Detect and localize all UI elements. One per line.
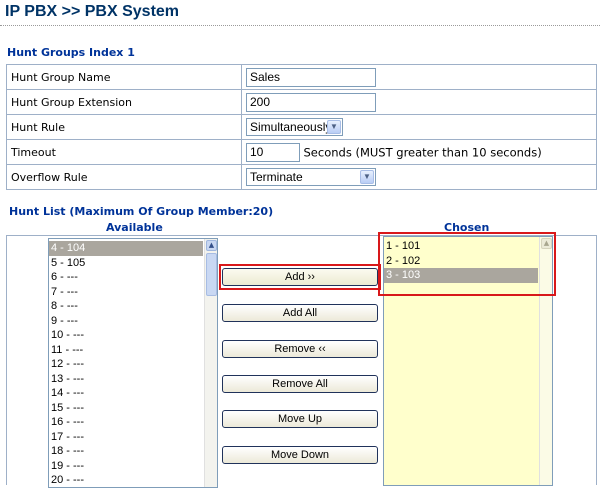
add-button[interactable]: Add ›› <box>222 268 378 286</box>
form-row-rule: Hunt Rule Simultaneously ▼ <box>6 114 597 140</box>
list-item[interactable]: 11 - --- <box>49 343 217 358</box>
list-item[interactable]: 13 - --- <box>49 372 217 387</box>
scroll-up-icon[interactable]: ▲ <box>206 240 217 251</box>
hunt-group-extension-label: Hunt Group Extension <box>6 89 242 115</box>
page-title: IP PBX >> PBX System <box>5 3 180 20</box>
scroll-thumb[interactable] <box>206 253 217 296</box>
move-down-button[interactable]: Move Down <box>222 446 378 464</box>
hunt-group-extension-input[interactable] <box>246 92 376 112</box>
hunt-group-form: Hunt Group Name Hunt Group Extension Hun… <box>6 64 597 190</box>
remove-all-button[interactable]: Remove All <box>222 375 378 393</box>
hunt-rule-label: Hunt Rule <box>6 114 242 140</box>
available-listbox[interactable]: 4 - 104 5 - 105 6 - --- 7 - --- 8 - --- 9 - -… <box>48 238 218 488</box>
form-row-timeout: Timeout Seconds (MUST greater than 10 se… <box>6 139 597 165</box>
list-item[interactable]: 14 - --- <box>49 386 217 401</box>
list-item[interactable]: 5 - 105 <box>49 256 217 271</box>
list-item[interactable]: 4 - 104 <box>49 241 203 256</box>
timeout-note: Seconds (MUST greater than 10 seconds) <box>303 145 542 159</box>
form-row-overflow: Overflow Rule Terminate ▼ <box>6 164 597 190</box>
section-title: Hunt Groups Index 1 <box>7 46 135 59</box>
list-item[interactable]: 8 - --- <box>49 299 217 314</box>
list-item[interactable]: 15 - --- <box>49 401 217 416</box>
add-all-button[interactable]: Add All <box>222 304 378 322</box>
chevron-down-icon[interactable]: ▼ <box>360 170 374 184</box>
available-options: 4 - 104 5 - 105 6 - --- 7 - --- 8 - --- 9 - -… <box>49 239 217 487</box>
list-item[interactable]: 18 - --- <box>49 444 217 459</box>
timeout-label: Timeout <box>6 139 242 165</box>
list-item[interactable]: 17 - --- <box>49 430 217 445</box>
title-divider <box>0 25 600 26</box>
hunt-list-title: Hunt List (Maximum Of Group Member:20) <box>9 205 274 218</box>
form-row-extension: Hunt Group Extension <box>6 89 597 115</box>
available-heading: Available <box>106 221 163 234</box>
hunt-rule-select[interactable]: Simultaneously ▼ <box>246 118 343 136</box>
move-up-button[interactable]: Move Up <box>222 410 378 428</box>
hunt-group-name-input[interactable] <box>246 67 376 87</box>
list-item[interactable]: 10 - --- <box>49 328 217 343</box>
overflow-rule-select[interactable]: Terminate ▼ <box>246 168 376 186</box>
overflow-rule-value: Terminate <box>250 170 303 184</box>
list-item[interactable]: 9 - --- <box>49 314 217 329</box>
chosen-highlight <box>378 232 556 296</box>
hunt-group-name-label: Hunt Group Name <box>6 64 242 90</box>
list-item[interactable]: 6 - --- <box>49 270 217 285</box>
list-item[interactable]: 7 - --- <box>49 285 217 300</box>
list-item[interactable]: 12 - --- <box>49 357 217 372</box>
list-item[interactable]: 19 - --- <box>49 459 217 474</box>
chevron-down-icon[interactable]: ▼ <box>327 120 341 134</box>
list-item[interactable]: 20 - --- <box>49 473 217 487</box>
available-scrollbar[interactable]: ▲ <box>204 239 217 487</box>
hunt-rule-value: Simultaneously <box>250 120 332 134</box>
timeout-input[interactable] <box>246 142 300 162</box>
form-row-name: Hunt Group Name <box>6 64 597 90</box>
overflow-rule-label: Overflow Rule <box>6 164 242 190</box>
list-item[interactable]: 16 - --- <box>49 415 217 430</box>
remove-button[interactable]: Remove ‹‹ <box>222 340 378 358</box>
